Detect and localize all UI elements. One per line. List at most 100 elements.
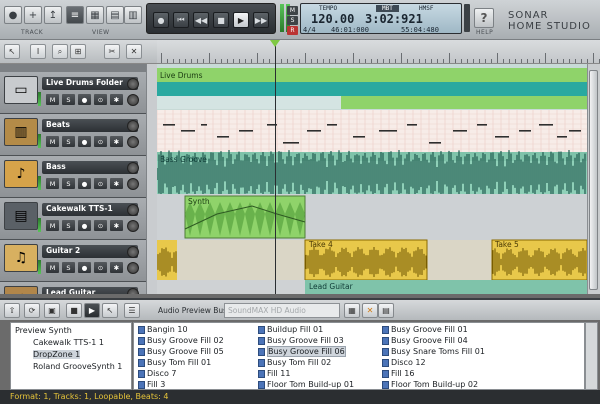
mute-button[interactable]: M: [46, 178, 59, 189]
console-view-icon[interactable]: ▥: [124, 6, 142, 24]
browser-scrollbar[interactable]: [585, 322, 598, 390]
zoom-tool-icon[interactable]: ⌕: [52, 44, 68, 59]
export-track-icon[interactable]: ↥: [44, 6, 62, 24]
loop-end-value[interactable]: 55:04:480: [401, 26, 439, 34]
tree-item-tts1[interactable]: Cakewalk TTS-1 1: [33, 338, 104, 347]
solo-button[interactable]: S: [62, 178, 75, 189]
tempo-value[interactable]: 120.00: [311, 12, 354, 26]
browser-file-item[interactable]: Buildup Fill 01: [258, 325, 323, 334]
pan-knob[interactable]: [127, 178, 139, 190]
browser-file-item[interactable]: Fill 16: [382, 369, 414, 378]
fx-button[interactable]: ✱: [110, 136, 123, 147]
arm-record-button[interactable]: ●: [78, 94, 91, 105]
snap-tool-icon[interactable]: ⊞: [70, 44, 86, 59]
mode-m-button[interactable]: M: [287, 6, 298, 15]
meter-value[interactable]: 4/4: [303, 26, 316, 34]
pan-knob[interactable]: [127, 94, 139, 106]
record-button[interactable]: ●: [153, 12, 169, 28]
fx-button[interactable]: ✱: [110, 178, 123, 189]
clips-scroll-thumb[interactable]: [589, 70, 598, 290]
staff-view-icon[interactable]: ▤: [106, 6, 124, 24]
browser-file-item[interactable]: Busy Tom Fill 01: [138, 358, 211, 367]
browser-file-item[interactable]: Busy Groove Fill 01: [382, 325, 468, 334]
input-echo-button[interactable]: ⊙: [94, 94, 107, 105]
text-tool-icon[interactable]: I: [30, 44, 46, 59]
pan-knob[interactable]: [127, 220, 139, 232]
track-name[interactable]: Lead Guitar: [42, 287, 138, 294]
rewind-button[interactable]: ◀◀: [193, 12, 209, 28]
browser-grid-icon[interactable]: ▦: [344, 303, 360, 318]
scissors-tool-icon[interactable]: ✂: [104, 44, 120, 59]
track-header[interactable]: ♩Lead GuitarMS●⊙✱: [0, 282, 157, 294]
track-name[interactable]: Guitar 2: [42, 245, 138, 258]
input-echo-button[interactable]: ⊙: [94, 262, 107, 273]
track-view-icon[interactable]: ≡: [66, 6, 84, 24]
browser-file-item[interactable]: Floor Tom Build-up 01: [258, 380, 354, 389]
browser-file-item[interactable]: Busy Groove Fill 06: [258, 346, 346, 357]
track-name[interactable]: Live Drums Folder: [42, 77, 138, 90]
arm-record-button[interactable]: ●: [78, 178, 91, 189]
solo-button[interactable]: S: [62, 136, 75, 147]
browser-refresh-icon[interactable]: ⟳: [24, 303, 40, 318]
browser-file-item[interactable]: Disco 12: [382, 358, 426, 367]
piano-roll-view-icon[interactable]: ▦: [86, 6, 104, 24]
track-name[interactable]: Bass: [42, 161, 138, 174]
browser-stop-button[interactable]: ■: [66, 303, 82, 318]
tree-item-roland[interactable]: Roland GrooveSynth 1: [33, 362, 122, 371]
browser-file-item[interactable]: Fill 3: [138, 380, 165, 389]
mute-button[interactable]: M: [46, 220, 59, 231]
timeline-ruler[interactable]: [157, 40, 600, 64]
stop-button[interactable]: ■: [213, 12, 229, 28]
fx-button[interactable]: ✱: [110, 262, 123, 273]
volume-knob[interactable]: [127, 78, 139, 90]
input-echo-button[interactable]: ⊙: [94, 136, 107, 147]
fx-button[interactable]: ✱: [110, 220, 123, 231]
browser-file-item[interactable]: Busy Tom Fill 02: [258, 358, 331, 367]
solo-button[interactable]: S: [62, 262, 75, 273]
browser-file-item[interactable]: Fill 11: [258, 369, 290, 378]
mode-r-button[interactable]: R: [287, 26, 298, 35]
pan-knob[interactable]: [127, 136, 139, 148]
record-track-icon[interactable]: ●: [4, 6, 22, 24]
now-time-cursor[interactable]: [275, 40, 276, 294]
browser-file-item[interactable]: Busy Groove Fill 03: [258, 336, 344, 345]
arm-record-button[interactable]: ●: [78, 262, 91, 273]
mute-tool-icon[interactable]: ✕: [126, 44, 142, 59]
browser-up-icon[interactable]: ⇧: [4, 303, 20, 318]
track-header[interactable]: ▤ Cakewalk TTS-1 M S ● ⊙ ✱: [0, 198, 157, 240]
track-pane-divider[interactable]: [146, 64, 157, 294]
fast-forward-button[interactable]: ▶▶: [253, 12, 269, 28]
add-track-icon[interactable]: +: [24, 6, 42, 24]
input-echo-button[interactable]: ⊙: [94, 178, 107, 189]
input-echo-button[interactable]: ⊙: [94, 220, 107, 231]
volume-knob[interactable]: [127, 204, 139, 216]
browser-file-item[interactable]: Busy Groove Fill 02: [138, 336, 224, 345]
browser-delete-icon[interactable]: ✕: [362, 303, 378, 318]
volume-knob[interactable]: [127, 246, 139, 258]
track-header[interactable]: ▥ Beats M S ● ⊙ ✱: [0, 114, 157, 156]
browser-auto-preview-button[interactable]: ↖: [102, 303, 118, 318]
hmsf-label[interactable]: HMSF: [419, 5, 433, 12]
mute-button[interactable]: M: [46, 94, 59, 105]
browser-list-icon[interactable]: ▤: [378, 303, 394, 318]
clips-pane[interactable]: Live Drums Bass Groove Synth Take 4 Take…: [157, 64, 587, 294]
mode-s-button[interactable]: S: [287, 16, 298, 25]
browser-file-item[interactable]: Bangin 10: [138, 325, 188, 334]
mute-button[interactable]: M: [46, 136, 59, 147]
browser-file-item[interactable]: Busy Groove Fill 05: [138, 347, 224, 356]
browser-file-item[interactable]: Floor Tom Build-up 02: [382, 380, 478, 389]
pan-knob[interactable]: [127, 262, 139, 274]
browser-folder-icon[interactable]: ▣: [44, 303, 60, 318]
tree-item-dropzone[interactable]: DropZone 1: [33, 350, 81, 359]
mbt-label[interactable]: MBT: [376, 5, 399, 12]
audio-preview-bus-select[interactable]: SoundMAX HD Audio: [224, 303, 340, 318]
solo-button[interactable]: S: [62, 220, 75, 231]
arm-record-button[interactable]: ●: [78, 220, 91, 231]
solo-button[interactable]: S: [62, 94, 75, 105]
browser-play-button[interactable]: ▶: [84, 303, 100, 318]
smart-tool-icon[interactable]: ↖: [4, 44, 20, 59]
play-button[interactable]: ▶: [233, 12, 249, 28]
volume-knob[interactable]: [127, 162, 139, 174]
track-name[interactable]: Beats: [42, 119, 138, 132]
track-header[interactable]: ▭ Live Drums Folder M S ● ⊙ ✱: [0, 72, 157, 114]
